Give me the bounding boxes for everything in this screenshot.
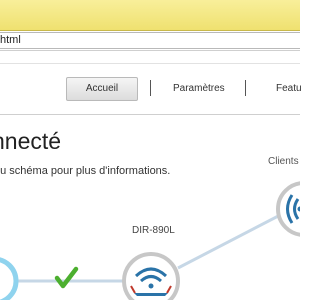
clients-node[interactable]	[276, 181, 300, 237]
network-diagram	[0, 181, 300, 300]
router-label: DIR-890L	[132, 225, 175, 236]
router-node[interactable]	[122, 252, 180, 300]
clients-label: Clients	[268, 156, 299, 167]
internet-node[interactable]	[0, 257, 19, 300]
checkmark-icon	[54, 266, 79, 289]
router-clients-link	[177, 210, 287, 270]
